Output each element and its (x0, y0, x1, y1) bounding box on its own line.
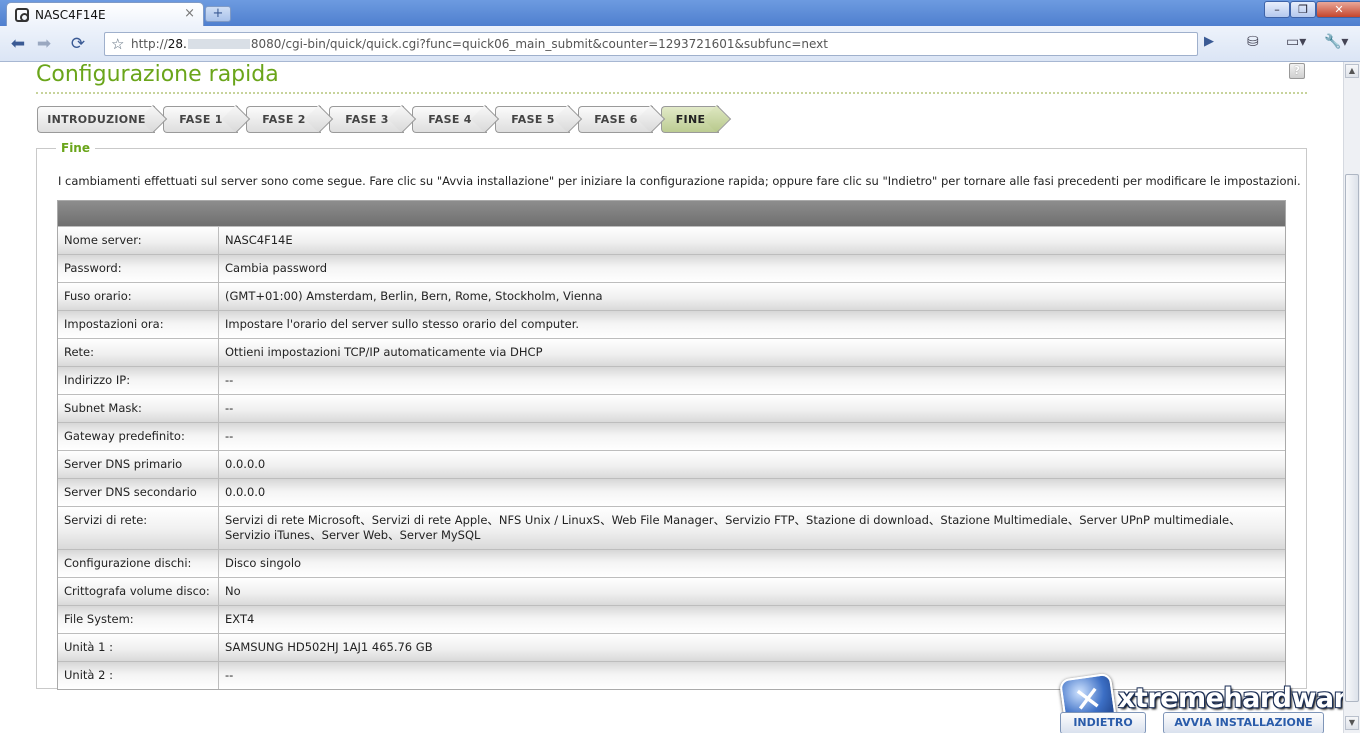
back-button[interactable]: INDIETRO (1060, 712, 1146, 733)
tab-title: NASC4F14E (35, 7, 106, 22)
qnap-favicon-icon (15, 7, 29, 22)
row-label: Gateway predefinito: (58, 423, 219, 450)
row-label: Server DNS secondario (58, 479, 219, 506)
browser-tab[interactable]: NASC4F14E × (6, 2, 204, 26)
step-fine[interactable]: FINE (661, 106, 719, 133)
row-value: Ottieni impostazioni TCP/IP automaticame… (225, 345, 543, 359)
table-row: Password: Cambia password (58, 254, 1285, 282)
table-row: Server DNS primario 0.0.0.0 (58, 450, 1285, 478)
row-value: -- (225, 429, 234, 443)
row-value: No (225, 584, 241, 598)
row-value: SAMSUNG HD502HJ 1AJ1 465.76 GB (225, 640, 433, 654)
step-fase-5[interactable]: FASE 5 (495, 106, 570, 133)
row-value: 0.0.0.0 (225, 457, 266, 471)
scroll-down-icon[interactable]: ▼ (1345, 716, 1359, 730)
row-label: Nome server: (58, 227, 219, 254)
step-fase-3[interactable]: FASE 3 (329, 106, 404, 133)
row-label: Unità 1 : (58, 634, 219, 661)
table-row: Configurazione dischi: Disco singolo (58, 549, 1285, 577)
close-window-button[interactable]: ✕ (1316, 1, 1360, 18)
fieldset-legend: Fine (56, 141, 95, 155)
scroll-thumb[interactable] (1345, 174, 1359, 702)
new-tab-button[interactable]: + (205, 6, 231, 22)
table-row: Nome server: NASC4F14E (58, 226, 1285, 254)
browser-toolbar: ⬅ ➡ ⟳ ☆ http:// 28. 8080/cgi-bin/quick/q… (0, 26, 1360, 62)
table-row: Subnet Mask: -- (58, 394, 1285, 422)
row-label: Indirizzo IP: (58, 367, 219, 394)
row-label: Rete: (58, 339, 219, 366)
back-arrow-icon[interactable]: ⬅ (6, 33, 30, 55)
step-fase-6[interactable]: FASE 6 (578, 106, 653, 133)
row-label: Configurazione dischi: (58, 550, 219, 577)
title-divider (36, 92, 1307, 94)
minimize-button[interactable]: – (1264, 1, 1290, 18)
scroll-up-icon[interactable]: ▲ (1345, 64, 1359, 78)
row-label: Unità 2 : (58, 662, 219, 689)
row-value: EXT4 (225, 612, 255, 626)
step-fase-2[interactable]: FASE 2 (246, 106, 321, 133)
row-value: -- (225, 373, 234, 387)
row-label: Servizi di rete: (58, 507, 219, 549)
row-value: NASC4F14E (225, 233, 293, 247)
row-value: 0.0.0.0 (225, 485, 266, 499)
page-content: Configurazione rapida ? INTRODUZIONE FAS… (0, 62, 1343, 733)
row-value: Impostare l'orario del server sullo stes… (225, 317, 580, 331)
table-row: Crittografa volume disco: No (58, 577, 1285, 605)
row-label: File System: (58, 606, 219, 633)
page-title: Configurazione rapida (36, 62, 279, 87)
row-label: Server DNS primario (58, 451, 219, 478)
row-value: Cambia password (225, 261, 328, 275)
row-label: Crittografa volume disco: (58, 578, 219, 605)
row-label: Impostazioni ora: (58, 311, 219, 338)
bookmark-star-icon[interactable]: ☆ (111, 35, 124, 53)
row-label: Subnet Mask: (58, 395, 219, 422)
tab-close-icon[interactable]: × (184, 6, 195, 21)
intro-text: I cambiamenti effettuati sul server sono… (58, 174, 1301, 188)
row-label: Password: (58, 255, 219, 282)
table-row: Rete: Ottieni impostazioni TCP/IP automat… (58, 338, 1285, 366)
step-fase-4[interactable]: FASE 4 (412, 106, 487, 133)
go-arrow-icon[interactable]: ▶ (1204, 34, 1214, 49)
page-menu-icon[interactable]: ▭▾ (1286, 34, 1306, 50)
help-icon[interactable]: ? (1289, 63, 1305, 79)
row-value: -- (225, 401, 234, 415)
table-row: Impostazioni ora: Impostare l'orario del … (58, 310, 1285, 338)
row-label: Fuso orario: (58, 283, 219, 310)
url-path: 8080/cgi-bin/quick/quick.cgi?func=quick0… (250, 37, 828, 51)
wrench-menu-icon[interactable]: 🔧▾ (1324, 34, 1348, 50)
row-value: Disco singolo (225, 556, 302, 570)
table-row: File System: EXT4 (58, 605, 1285, 633)
table-row: Unità 1 : SAMSUNG HD502HJ 1AJ1 465.76 GB (58, 633, 1285, 661)
forward-arrow-icon[interactable]: ➡ (32, 33, 56, 55)
url-host: 28. (167, 37, 187, 51)
url-prefix: http:// (131, 37, 168, 51)
table-row: Servizi di rete: Servizi di rete Microsof… (58, 506, 1285, 549)
restore-button[interactable]: ❐ (1290, 1, 1316, 18)
reload-icon[interactable]: ⟳ (66, 33, 90, 55)
table-row: Gateway predefinito: -- (58, 422, 1285, 450)
row-value: Servizi di rete Microsoft、Servizi di ret… (225, 513, 1241, 542)
row-value: (GMT+01:00) Amsterdam, Berlin, Bern, Rom… (225, 289, 603, 303)
address-bar[interactable]: ☆ http:// 28. 8080/cgi-bin/quick/quick.c… (104, 32, 1198, 56)
extension-icon[interactable]: ⛁ (1247, 34, 1259, 50)
start-install-button[interactable]: AVVIA INSTALLAZIONE (1163, 712, 1324, 733)
table-header (58, 201, 1285, 226)
browser-titlebar: NASC4F14E × + – ❐ ✕ (0, 0, 1360, 26)
step-fase-1[interactable]: FASE 1 (163, 106, 238, 133)
url-redacted (187, 39, 250, 49)
table-row: Fuso orario: (GMT+01:00) Amsterdam, Berli… (58, 282, 1285, 310)
table-row: Indirizzo IP: -- (58, 366, 1285, 394)
watermark-text: xtremehardware.it (1118, 683, 1343, 714)
vertical-scrollbar[interactable]: ▲ ▼ (1343, 62, 1360, 733)
table-row: Server DNS secondario 0.0.0.0 (58, 478, 1285, 506)
step-introduzione[interactable]: INTRODUZIONE (37, 106, 155, 133)
summary-table: Nome server: NASC4F14E Password: Cambia pas… (57, 200, 1286, 690)
